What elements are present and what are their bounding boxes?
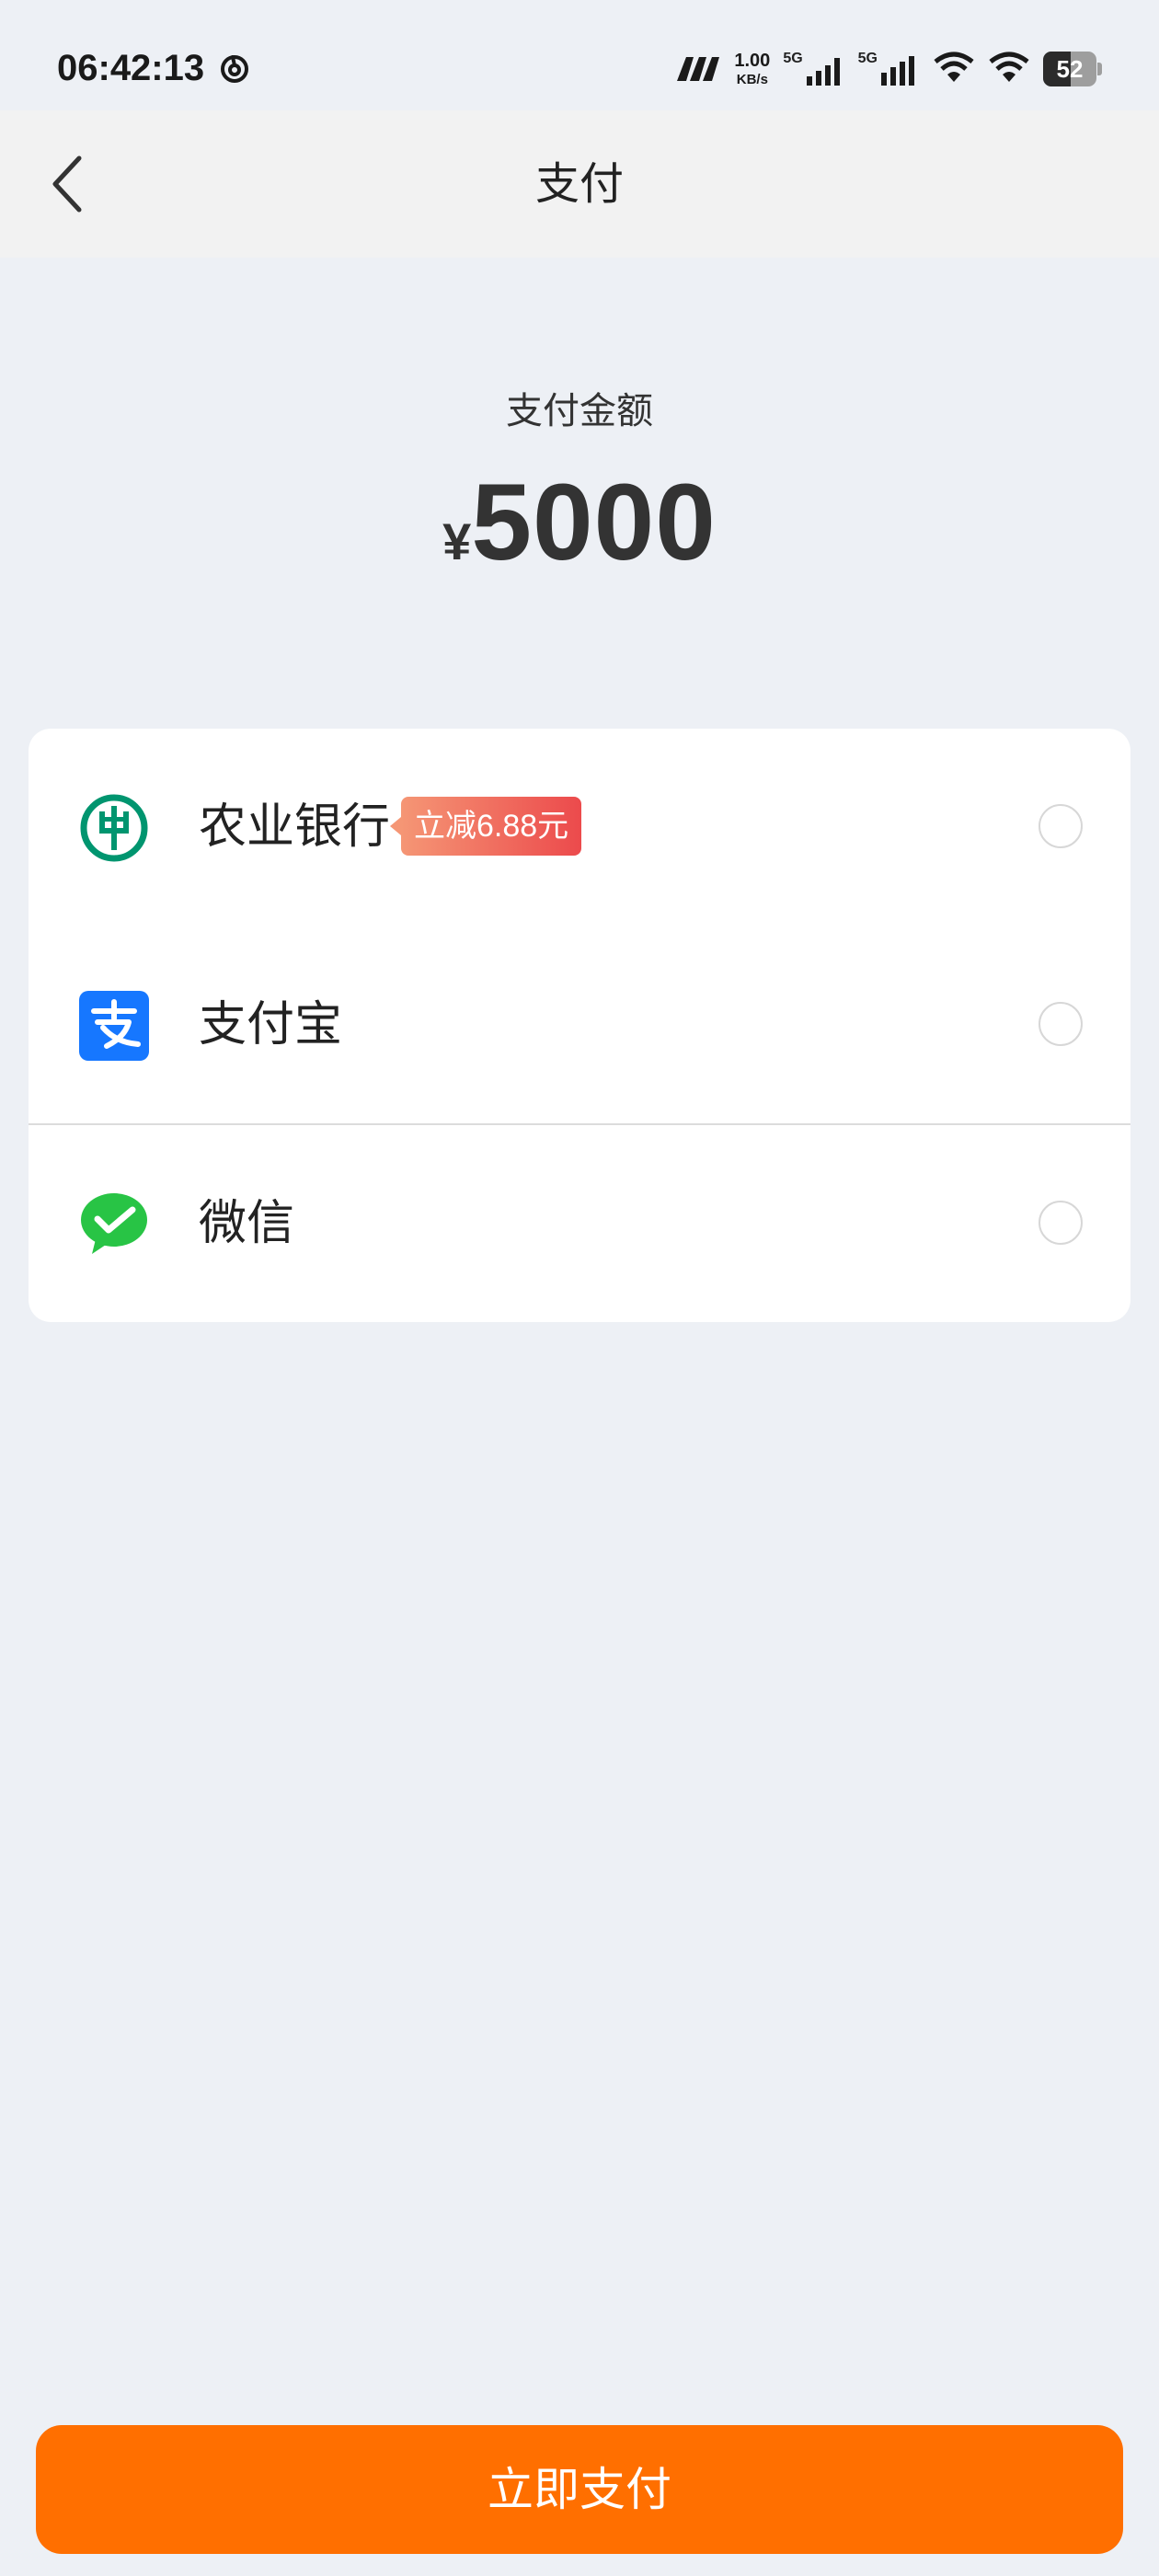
wifi-icon — [989, 52, 1029, 82]
payment-option-wechat[interactable]: 微信 — [29, 1125, 1130, 1322]
wechat-pay-logo-icon — [81, 1193, 147, 1254]
signal-bars-icon — [881, 56, 914, 86]
status-icons: 1.00 KB/s 5G 5G 52 — [675, 46, 1102, 92]
sim2-signal: 5G — [858, 51, 920, 87]
network-speed: 1.00 KB/s — [734, 51, 771, 87]
amount-label: 支付金额 — [506, 390, 653, 432]
back-button[interactable] — [40, 147, 96, 221]
currency-symbol: ¥ — [442, 512, 472, 570]
alipay-logo-icon — [79, 991, 149, 1061]
payment-option-name: 支付宝 — [199, 997, 343, 1052]
discount-badge: 立减6.88元 — [389, 797, 582, 856]
pay-now-button[interactable]: 立即支付 — [36, 2425, 1123, 2554]
radio-button[interactable] — [1039, 804, 1083, 848]
status-time: 06:42:13 — [57, 48, 205, 88]
music-app-icon — [221, 55, 248, 83]
payment-option-alipay[interactable]: 支付宝 — [29, 926, 1130, 1123]
payment-option-name: 农业银行 — [199, 799, 391, 855]
nav-bar: 支付 — [0, 110, 1159, 258]
signal-bars-icon — [806, 58, 840, 86]
battery-level: 52 — [1056, 55, 1084, 83]
status-bar: 06:42:13 1.00 KB/s 5G 5G 52 — [0, 0, 1159, 110]
payment-amount: ¥5000 — [0, 460, 1159, 585]
battery-icon: 52 — [1043, 52, 1102, 86]
radio-button[interactable] — [1039, 1201, 1083, 1245]
radio-button[interactable] — [1039, 1002, 1083, 1046]
payment-option-name: 微信 — [199, 1196, 295, 1251]
carrier-m-icon — [677, 57, 720, 81]
chevron-left-icon — [52, 155, 82, 213]
page-title: 支付 — [534, 158, 624, 210]
payment-methods-card: 农业银行 立减6.88元 支付宝 微信 — [29, 729, 1130, 1322]
amount-value: 5000 — [471, 462, 717, 583]
sim1-signal: 5G — [783, 51, 844, 87]
wifi-signal — [988, 49, 1030, 89]
abc-bank-logo-icon — [80, 794, 148, 862]
payment-option-abc-bank[interactable]: 农业银行 立减6.88元 — [29, 729, 1130, 926]
wifi-icon — [934, 52, 974, 82]
wifi-hotspot — [933, 49, 975, 89]
